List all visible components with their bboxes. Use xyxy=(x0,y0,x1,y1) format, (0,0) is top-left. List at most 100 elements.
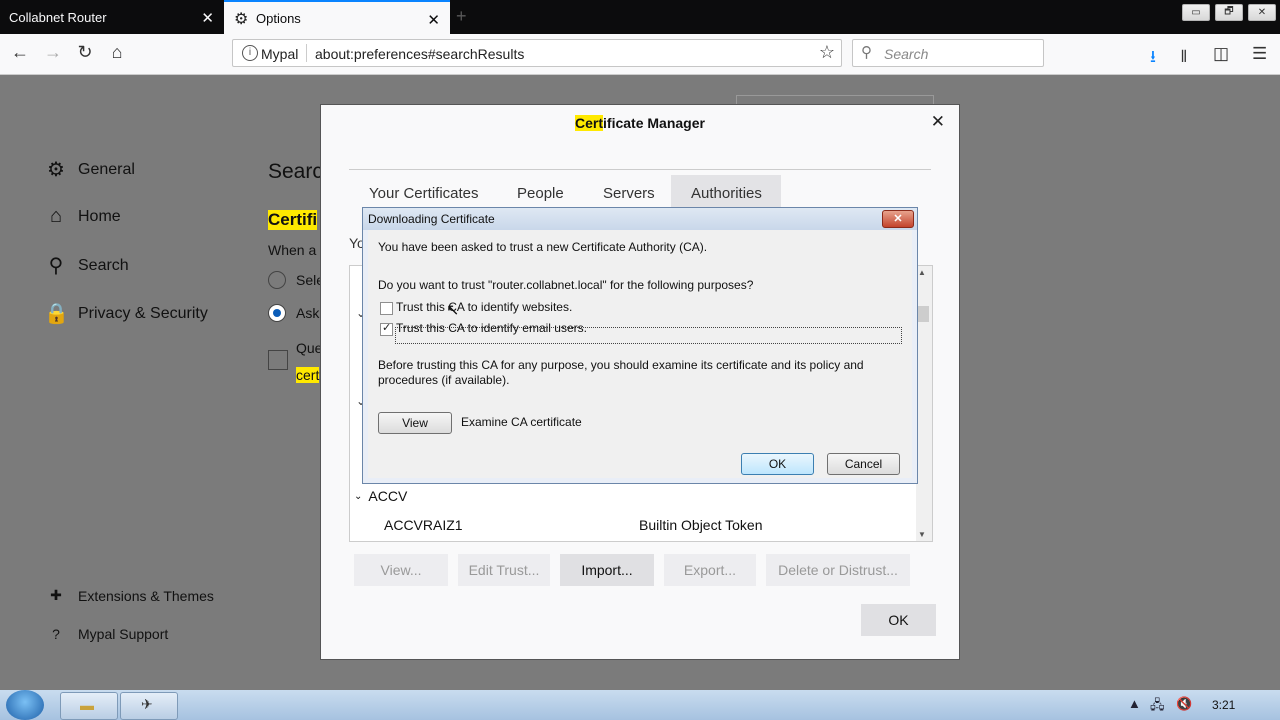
tray-expand-icon[interactable]: ▲ xyxy=(1128,696,1141,711)
cert-section-heading: Certifi xyxy=(268,210,318,230)
group-label: ACCV xyxy=(368,488,408,504)
gear-icon: ⚙ xyxy=(234,11,249,28)
tree-scrollbar[interactable]: ▲ ▼ xyxy=(916,266,932,541)
new-tab-button[interactable]: + xyxy=(456,6,467,27)
restore-icon: 🗗 xyxy=(1224,6,1234,17)
query-label: Que xyxy=(296,340,323,356)
download-icon[interactable]: ⭳ xyxy=(1150,44,1156,73)
import-button[interactable]: Import... xyxy=(560,554,654,586)
sidebar-item-support[interactable]: ? Mypal Support xyxy=(48,626,168,642)
tab-collabnet-router[interactable]: Collabnet Router ✕ xyxy=(0,0,224,34)
scroll-down-icon[interactable]: ▼ xyxy=(918,530,926,539)
view-button[interactable]: View... xyxy=(354,554,448,586)
search-placeholder: Search xyxy=(884,46,929,62)
chevron-down-icon: ⌄ xyxy=(354,490,363,502)
back-icon[interactable]: ← xyxy=(8,42,32,63)
ok-button[interactable]: OK xyxy=(741,453,814,475)
site-label: Mypal xyxy=(261,46,299,62)
trust-email-label[interactable]: Trust this CA to identify email users. xyxy=(396,321,587,335)
view-certificate-button[interactable]: View xyxy=(378,412,452,434)
close-icon[interactable]: ✕ xyxy=(882,210,914,228)
tab-servers[interactable]: Servers xyxy=(603,185,655,202)
lock-icon: 🔒 xyxy=(44,303,69,325)
edit-trust-button[interactable]: Edit Trust... xyxy=(458,554,550,586)
url-bar[interactable]: i Mypal about:preferences#searchResults … xyxy=(232,39,842,67)
radio-select-auto[interactable] xyxy=(268,271,286,289)
sidebar-item-label: General xyxy=(78,160,135,178)
trust-websites-label[interactable]: Trust this CA to identify websites. xyxy=(396,300,572,314)
sidebar-item-label: Search xyxy=(78,256,129,274)
divider xyxy=(349,169,931,170)
help-icon: ? xyxy=(52,626,60,642)
taskbar-browser[interactable]: ✈ xyxy=(120,692,178,720)
minimize-icon: ▭ xyxy=(1191,7,1201,18)
tree-row[interactable]: ACCVRAIZ1 Builtin Object Token xyxy=(350,512,916,538)
scroll-thumb[interactable] xyxy=(917,306,929,322)
tab-label: Options xyxy=(256,10,301,26)
page-title: Searc xyxy=(268,160,323,183)
cert-when-text: When a xyxy=(268,242,317,258)
query-cert-label: cert xyxy=(296,367,320,383)
puzzle-icon: ✚ xyxy=(50,587,62,603)
tab-label: Collabnet Router xyxy=(9,9,107,25)
intro-text: You have been asked to trust a new Certi… xyxy=(378,240,708,254)
advice-text-line1: Before trusting this CA for any purpose,… xyxy=(378,358,864,372)
sidebar-item-general[interactable]: ⚙ General xyxy=(44,157,135,182)
tree-group-accv[interactable]: ⌄ ACCV xyxy=(354,488,407,504)
network-icon[interactable]: 🖧 xyxy=(1150,696,1165,718)
folder-icon: ▬ xyxy=(80,697,94,713)
search-icon: ⚲ xyxy=(861,44,872,61)
close-tab-icon[interactable]: ✕ xyxy=(427,11,440,29)
cert-name: ACCVRAIZ1 xyxy=(384,517,463,533)
sidebar-item-extensions[interactable]: ✚ Extensions & Themes xyxy=(48,587,214,604)
close-tab-icon[interactable]: ✕ xyxy=(201,9,214,27)
ok-button[interactable]: OK xyxy=(861,604,936,636)
trust-email-checkbox[interactable] xyxy=(380,321,393,336)
sidebar-icon[interactable]: ◫ xyxy=(1213,44,1229,64)
volume-muted-icon[interactable]: 🔇 xyxy=(1176,696,1192,712)
start-button[interactable] xyxy=(6,690,44,720)
forward-icon[interactable]: → xyxy=(41,42,65,63)
trust-websites-checkbox[interactable] xyxy=(380,302,393,315)
reload-icon[interactable]: ↻ xyxy=(73,42,97,63)
library-icon[interactable]: 𝍪 xyxy=(1181,44,1187,73)
url-address[interactable]: about:preferences#searchResults xyxy=(315,46,524,62)
home-icon[interactable]: ⌂ xyxy=(105,42,129,63)
downloading-certificate-dialog: Downloading Certificate ✕ You have been … xyxy=(362,207,918,484)
bookmark-star-icon[interactable]: ☆ xyxy=(819,42,835,63)
minimize-button[interactable]: ▭ xyxy=(1182,4,1210,21)
sidebar-item-label: Privacy & Security xyxy=(78,304,208,322)
close-icon[interactable]: ✕ xyxy=(931,112,945,132)
taskbar-explorer[interactable]: ▬ xyxy=(60,692,118,720)
sidebar-item-search[interactable]: ⚲ Search xyxy=(44,253,129,278)
sidebar-item-privacy[interactable]: 🔒 Privacy & Security xyxy=(44,301,208,326)
examine-label: Examine CA certificate xyxy=(461,415,582,429)
export-button[interactable]: Export... xyxy=(664,554,756,586)
close-icon: ✕ xyxy=(1257,7,1267,18)
dialog-titlebar[interactable]: Downloading Certificate ✕ xyxy=(363,208,917,230)
tab-your-certificates[interactable]: Your Certificates xyxy=(369,185,479,202)
close-window-button[interactable]: ✕ xyxy=(1248,4,1276,21)
tab-people[interactable]: People xyxy=(517,185,564,202)
radio-ask-label: Ask xyxy=(296,305,320,321)
clock[interactable]: 3:21 xyxy=(1212,698,1235,712)
cancel-button[interactable]: Cancel xyxy=(827,453,900,475)
query-ocsp-checkbox[interactable] xyxy=(268,350,288,370)
advice-text-line2: procedures (if available). xyxy=(378,373,510,387)
tab-options[interactable]: ⚙ Options ✕ xyxy=(224,0,450,34)
radio-ask[interactable] xyxy=(268,304,286,322)
dialog-title: Certificate Manager xyxy=(321,115,959,131)
browser-icon: ✈ xyxy=(141,696,153,712)
sidebar-item-label: Extensions & Themes xyxy=(78,587,214,604)
delete-distrust-button[interactable]: Delete or Distrust... xyxy=(766,554,910,586)
sidebar-item-home[interactable]: ⌂ Home xyxy=(44,205,121,228)
menu-icon[interactable]: ☰ xyxy=(1252,44,1267,64)
title-rest: ificate Manager xyxy=(603,115,705,131)
dialog-title: Downloading Certificate xyxy=(368,212,495,226)
home-icon: ⌂ xyxy=(49,205,63,227)
scroll-up-icon[interactable]: ▲ xyxy=(918,268,926,277)
search-bar[interactable]: ⚲ Search xyxy=(852,39,1044,67)
restore-button[interactable]: 🗗 xyxy=(1215,4,1243,21)
title-highlight: Cert xyxy=(575,115,604,131)
info-icon[interactable]: i xyxy=(242,45,258,61)
